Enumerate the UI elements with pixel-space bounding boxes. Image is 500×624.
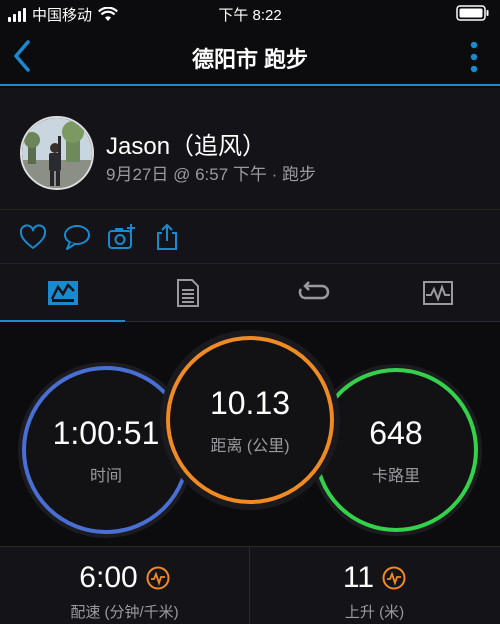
add-photo-icon (108, 224, 135, 249)
laps-loop-icon (298, 281, 329, 300)
user-name[interactable]: Jason（追风） (106, 126, 266, 161)
more-vertical-icon (470, 41, 478, 73)
pace-value: 6:00 (79, 561, 138, 594)
more-menu-button[interactable] (466, 40, 482, 74)
ascent-label: 上升 (米) (344, 604, 405, 621)
pace-label: 配速 (分钟/千米) (70, 604, 179, 621)
nav-bar: 德阳市 跑步 (0, 28, 500, 86)
tab-charts[interactable] (375, 264, 500, 322)
activity-pulse-icon (382, 566, 406, 590)
summary-circles: 1:00:51 时间 648 卡路里 10.13 距离 (公里) (0, 322, 500, 546)
comment-icon (64, 225, 90, 250)
time-label: 时间 (89, 467, 122, 485)
tab-laps[interactable] (250, 264, 375, 322)
page-title: 德阳市 跑步 (191, 47, 309, 72)
share-icon (157, 224, 177, 250)
status-bar: 中国移动 下午 8:22 (0, 0, 500, 28)
pace-stat[interactable]: 6:00 配速 (分钟/千米) (0, 547, 249, 624)
battery-icon (456, 5, 490, 26)
tab-overview[interactable] (0, 264, 125, 323)
time-circle: 1:00:51 时间 (22, 366, 190, 534)
chart-icon (422, 281, 453, 305)
activity-meta: 9月27日 @ 6:57 下午 · 跑步 (106, 165, 316, 184)
distance-circle: 10.13 距离 (公里) (166, 336, 334, 504)
ascent-stat[interactable]: 11 上升 (米) (250, 547, 499, 624)
status-time: 下午 8:22 (218, 7, 282, 24)
calories-circle: 648 卡路里 (314, 368, 478, 532)
share-button[interactable] (152, 222, 182, 252)
avatar[interactable] (20, 116, 94, 190)
overview-map-icon (47, 281, 78, 305)
ascent-value: 11 (342, 561, 375, 594)
calories-value: 648 (369, 414, 423, 451)
distance-label: 距离 (公里) (210, 437, 290, 455)
add-photo-button[interactable] (106, 222, 136, 252)
calories-label: 卡路里 (371, 467, 420, 485)
comment-button[interactable] (62, 222, 92, 252)
like-button[interactable] (18, 222, 48, 252)
detail-tabs (0, 264, 500, 323)
document-list-icon (176, 279, 199, 307)
stats-row: 6:00 配速 (分钟/千米) 11 上升 (米) (0, 546, 500, 624)
tab-stats[interactable] (125, 264, 250, 322)
distance-value: 10.13 (209, 384, 291, 421)
activity-header: Jason（追风） 9月27日 @ 6:57 下午 · 跑步 (0, 88, 500, 210)
heart-icon (19, 224, 47, 249)
activity-pulse-icon (146, 566, 170, 590)
time-value: 1:00:51 (52, 414, 160, 451)
social-actions (0, 210, 500, 264)
